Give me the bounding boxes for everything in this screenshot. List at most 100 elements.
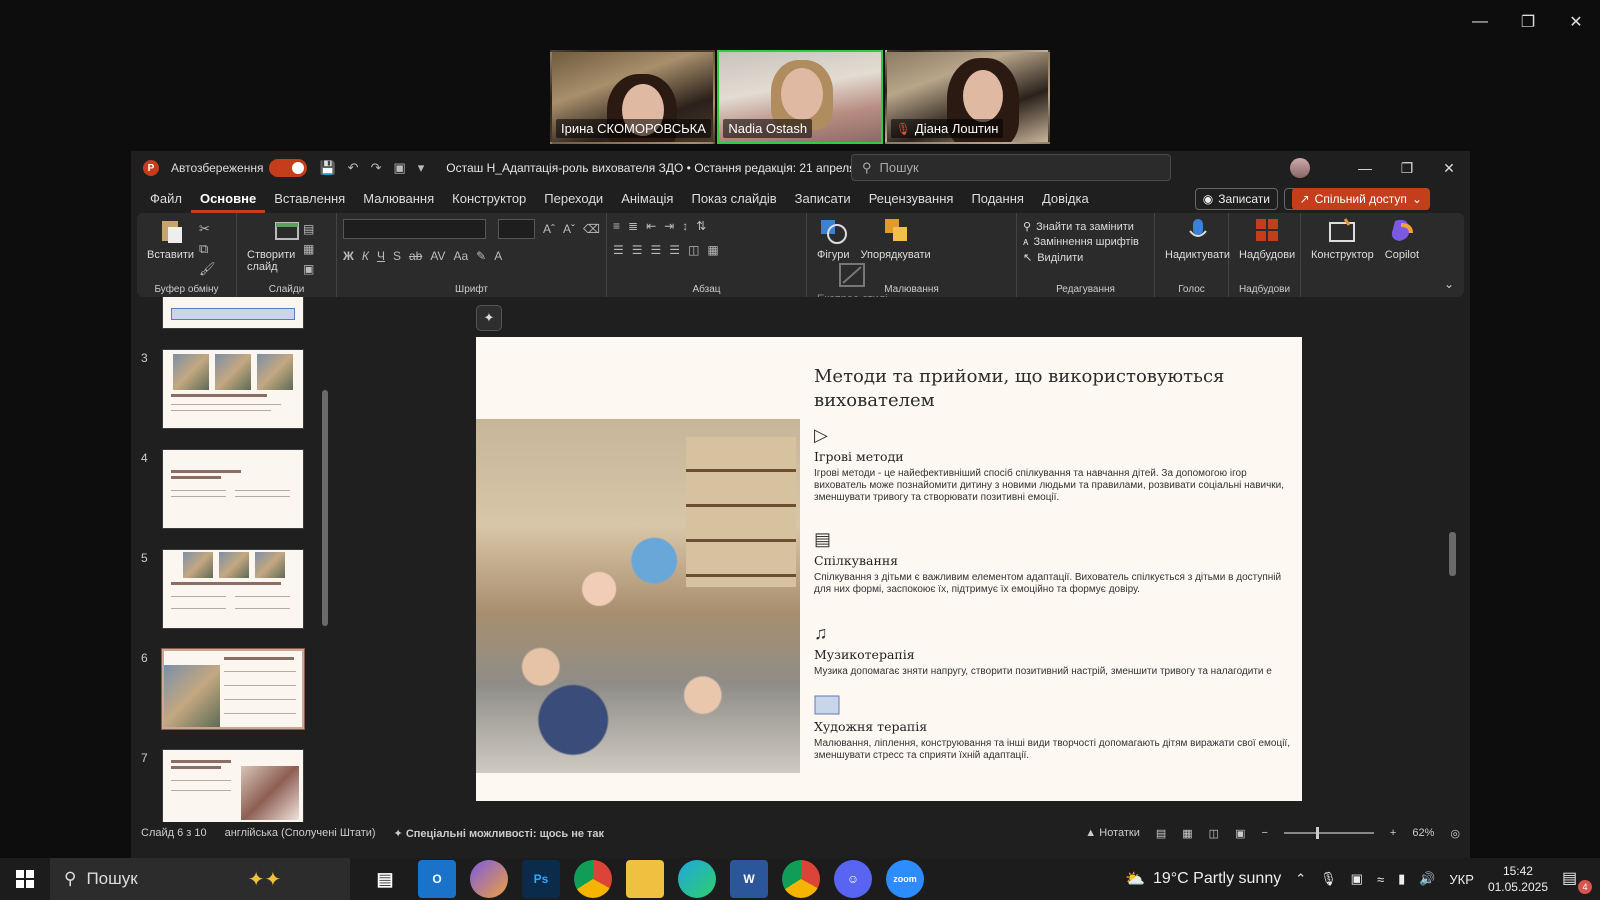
zoom-app-icon[interactable]: zoom (886, 860, 924, 898)
slide-thumbnail[interactable] (162, 549, 304, 629)
slide-sorter-icon[interactable]: ▦ (1182, 827, 1192, 840)
chevron-up-icon[interactable]: ⌃ (1295, 871, 1306, 887)
input-language[interactable]: УКР (1449, 872, 1474, 887)
designer-button[interactable]: Конструктор (1311, 217, 1374, 261)
arrange-button[interactable]: Упорядкувати (861, 217, 931, 261)
decrease-indent-icon[interactable]: ⇤ (646, 219, 656, 233)
slide-section[interactable]: ▷ Ігрові методи Ігрові методи - це найеф… (814, 425, 1294, 504)
underline-icon[interactable]: Ч (377, 249, 385, 263)
grow-font-icon[interactable]: Aˆ (543, 222, 555, 236)
share-button[interactable]: ↗ Спільний доступ ⌄ (1291, 188, 1430, 210)
slide-title[interactable]: Методи та прийоми, що використовуються в… (814, 365, 1254, 413)
justify-icon[interactable]: ☰ (669, 243, 680, 257)
columns-icon[interactable]: ◫ (688, 243, 699, 257)
slide-thumbnail[interactable] (162, 349, 304, 429)
layout-icon[interactable]: ▤ (303, 219, 314, 239)
battery-icon[interactable]: ▮ (1398, 871, 1405, 887)
paste-button[interactable]: Вставити (147, 217, 194, 261)
slide-thumbnail[interactable] (162, 449, 304, 529)
thumbnail-row[interactable]: 4 (131, 449, 331, 533)
volume-icon[interactable]: 🔊 (1419, 871, 1435, 887)
tab-design[interactable]: Конструктор (443, 185, 535, 213)
thumbnail-row[interactable] (131, 297, 331, 333)
shrink-font-icon[interactable]: Aˇ (563, 222, 575, 236)
italic-icon[interactable]: К (362, 249, 369, 263)
find-replace-button[interactable]: ⚲ Знайти та замінити (1023, 220, 1148, 234)
fit-slide-icon[interactable]: ◎ (1450, 827, 1460, 840)
numbering-icon[interactable]: ≣ (628, 219, 638, 233)
redo-icon[interactable]: ↷ (371, 160, 382, 176)
camera-icon[interactable]: ▣ (1351, 871, 1363, 887)
slide-section[interactable]: Художня терапія Малювання, ліплення, кон… (814, 695, 1294, 762)
replace-fonts-button[interactable]: ᴀ Заміннення шрифтів (1023, 236, 1148, 248)
zoom-in-icon[interactable]: + (1390, 827, 1396, 839)
slide-scrollbar[interactable] (1449, 532, 1456, 576)
video-tile[interactable]: 🎙 Діана Лоштин (884, 50, 1050, 144)
autosave-toggle[interactable] (269, 159, 308, 177)
section-icon[interactable]: ▣ (303, 259, 314, 279)
format-painter-icon[interactable]: 🖌 (199, 259, 216, 279)
copilot-button[interactable]: Copilot (1385, 217, 1419, 261)
tab-insert[interactable]: Вставлення (265, 185, 354, 213)
text-direction-icon[interactable]: ⇅ (696, 219, 706, 233)
tab-draw[interactable]: Малювання (354, 185, 443, 213)
zoom-slider[interactable] (1283, 827, 1374, 839)
search-box[interactable]: ⚲ Пошук (851, 154, 1171, 181)
file-explorer-icon[interactable] (626, 860, 664, 898)
bold-icon[interactable]: Ж (343, 249, 354, 263)
slide-thumbnail-selected[interactable] (161, 648, 305, 730)
notification-icon[interactable]: ▤ 4 (1562, 868, 1592, 894)
tab-animations[interactable]: Анімація (612, 185, 682, 213)
align-right-icon[interactable]: ☰ (651, 243, 662, 257)
video-tile-active[interactable]: Nadia Ostash (717, 50, 883, 144)
word-icon[interactable]: W (730, 860, 768, 898)
start-button[interactable] (0, 858, 50, 900)
dictate-button[interactable]: Надиктувати (1165, 217, 1230, 261)
reading-view-icon[interactable]: ◫ (1209, 827, 1219, 840)
customize-icon[interactable]: ▾ (418, 160, 425, 176)
slide-thumbnail[interactable] (162, 297, 304, 329)
current-slide[interactable]: Методи та прийоми, що використовуються в… (476, 337, 1302, 801)
thumbnail-scrollbar[interactable] (321, 305, 329, 825)
smartart-icon[interactable]: ▦ (707, 243, 718, 257)
avatar[interactable] (1290, 158, 1310, 178)
reset-icon[interactable]: ▦ (303, 239, 314, 259)
chrome-icon[interactable] (574, 860, 612, 898)
thumbnail-row[interactable]: 3 (131, 349, 331, 433)
taskbar-search[interactable]: ⚲ Пошук ✦✦ (50, 858, 350, 900)
thumbnail-row[interactable]: 5 (131, 549, 331, 633)
discord-icon[interactable]: ☺ (834, 860, 872, 898)
addins-button[interactable]: Надбудови (1239, 217, 1295, 261)
thumbnail-row[interactable]: 6 (131, 648, 331, 733)
strikethrough-icon[interactable]: ab (409, 249, 422, 263)
zoom-out-icon[interactable]: − (1261, 827, 1267, 839)
restore-icon[interactable]: ❐ (1386, 151, 1428, 185)
slide-thumbnail[interactable] (162, 749, 304, 822)
highlight-icon[interactable]: ✎ (476, 249, 486, 263)
clock[interactable]: 15:42 01.05.2025 (1488, 863, 1548, 895)
tab-review[interactable]: Рецензування (860, 185, 963, 213)
cut-icon[interactable]: ✂ (199, 219, 216, 239)
microphone-icon[interactable]: 🎙 (1320, 871, 1337, 887)
photoshop-icon[interactable]: Ps (522, 860, 560, 898)
ribbon-collapse-icon[interactable]: ⌄ (1444, 277, 1454, 291)
minimize-icon[interactable]: — (1344, 151, 1386, 185)
weather-widget[interactable]: ⛅ 19°C Partly sunny (1125, 869, 1281, 889)
undo-icon[interactable]: ↶ (348, 160, 359, 176)
wifi-icon[interactable]: ≈ (1377, 872, 1384, 887)
edge-icon[interactable] (678, 860, 716, 898)
tab-record[interactable]: Записати (786, 185, 860, 213)
chrome-profile-icon[interactable] (782, 860, 820, 898)
shadow-icon[interactable]: S (393, 249, 401, 263)
tab-help[interactable]: Довідка (1033, 185, 1098, 213)
font-size-select[interactable] (497, 219, 536, 239)
bullets-icon[interactable]: ≡ (613, 219, 620, 233)
outlook-icon[interactable]: O (418, 860, 456, 898)
spacing-icon[interactable]: AV (430, 249, 445, 263)
normal-view-icon[interactable]: ▤ (1156, 827, 1166, 840)
shapes-button[interactable]: Фігури (817, 217, 849, 261)
tab-view[interactable]: Подання (962, 185, 1033, 213)
close-icon[interactable]: ✕ (1428, 151, 1470, 185)
record-button[interactable]: ◉ Записати (1194, 188, 1278, 210)
increase-indent-icon[interactable]: ⇥ (664, 219, 674, 233)
